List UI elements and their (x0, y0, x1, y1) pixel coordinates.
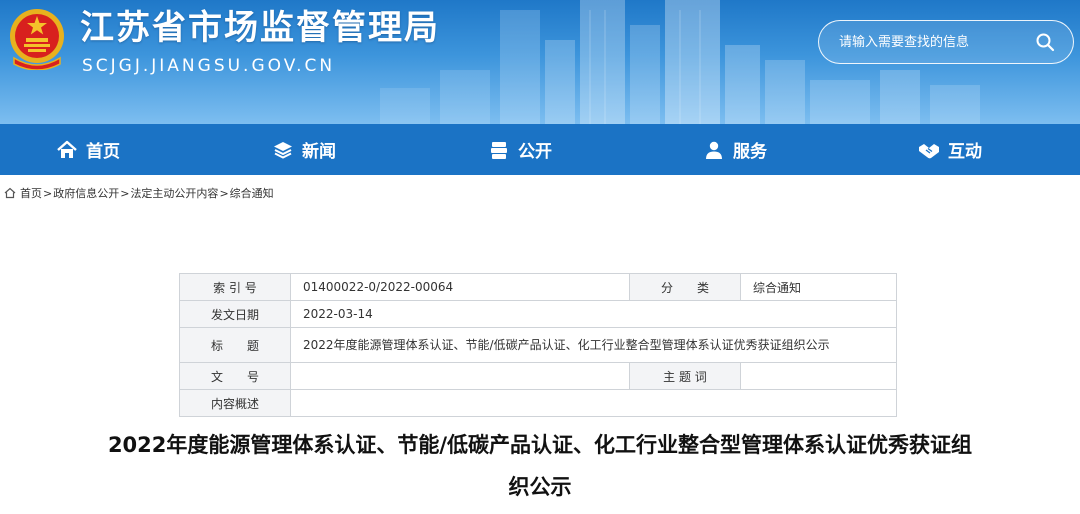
table-row: 文 号 主 题 词 (179, 362, 897, 390)
nav-item-interact[interactable]: 互动 (918, 124, 982, 175)
search-input[interactable] (839, 21, 1029, 63)
nav-label: 服务 (733, 142, 767, 162)
search-box (818, 20, 1074, 64)
main-nav: 首页 新闻 公开 服务 互动 (0, 124, 1080, 175)
user-service-icon (706, 141, 722, 159)
nav-label: 公开 (518, 142, 552, 162)
summary-label: 内容概述 (179, 389, 291, 417)
nav-item-public[interactable]: 公开 (488, 124, 552, 175)
search-icon[interactable] (1035, 32, 1055, 52)
keywords-label: 主 题 词 (629, 362, 741, 390)
national-emblem-icon (10, 9, 64, 70)
docno-value (290, 362, 630, 390)
home-icon (4, 187, 16, 199)
title-value: 2022年度能源管理体系认证、节能/低碳产品认证、化工行业整合型管理体系认证优秀… (290, 327, 897, 363)
breadcrumb-separator: > (43, 186, 53, 200)
table-row: 标 题 2022年度能源管理体系认证、节能/低碳产品认证、化工行业整合型管理体系… (179, 327, 897, 363)
document-info-table: 索 引 号 01400022-0/2022-00064 分 类 综合通知 发文日… (179, 273, 897, 417)
table-row: 发文日期 2022-03-14 (179, 300, 897, 328)
index-label: 索 引 号 (179, 273, 291, 301)
breadcrumb-link-notice[interactable]: 综合通知 (230, 185, 274, 201)
breadcrumb-separator: > (219, 186, 229, 200)
table-row: 索 引 号 01400022-0/2022-00064 分 类 综合通知 (179, 273, 897, 301)
site-header: 江苏省市场监督管理局 SCJGJ.JIANGSU.GOV.CN (0, 0, 1080, 124)
breadcrumb-separator: > (120, 186, 130, 200)
summary-value (290, 389, 897, 417)
breadcrumb: 首页 > 政府信息公开 > 法定主动公开内容 > 综合通知 (4, 185, 274, 201)
layers-icon (274, 141, 292, 159)
breadcrumb-link-home[interactable]: 首页 (20, 185, 42, 201)
keywords-value (740, 362, 897, 390)
handshake-icon (919, 143, 939, 158)
nav-label: 互动 (948, 142, 982, 162)
date-label: 发文日期 (179, 300, 291, 328)
nav-label: 新闻 (302, 142, 336, 162)
docno-label: 文 号 (179, 362, 291, 390)
category-value: 综合通知 (740, 273, 897, 301)
nav-label: 首页 (86, 142, 120, 162)
date-value: 2022-03-14 (290, 300, 897, 328)
title-label: 标 题 (179, 327, 291, 363)
category-label: 分 类 (629, 273, 741, 301)
site-title: 江苏省市场监督管理局 (80, 8, 440, 48)
index-value: 01400022-0/2022-00064 (290, 273, 630, 301)
table-row: 内容概述 (179, 389, 897, 417)
nav-item-news[interactable]: 新闻 (272, 124, 336, 175)
site-domain: SCJGJ.JIANGSU.GOV.CN (82, 56, 336, 76)
nav-item-service[interactable]: 服务 (703, 124, 767, 175)
breadcrumb-link-gov-info[interactable]: 政府信息公开 (53, 185, 119, 201)
article-title: 2022年度能源管理体系认证、节能/低碳产品认证、化工行业整合型管理体系认证优秀… (107, 433, 973, 499)
breadcrumb-link-statutory[interactable]: 法定主动公开内容 (130, 185, 218, 201)
document-stack-icon (491, 141, 507, 159)
home-icon (57, 140, 77, 158)
nav-item-home[interactable]: 首页 (56, 124, 120, 175)
